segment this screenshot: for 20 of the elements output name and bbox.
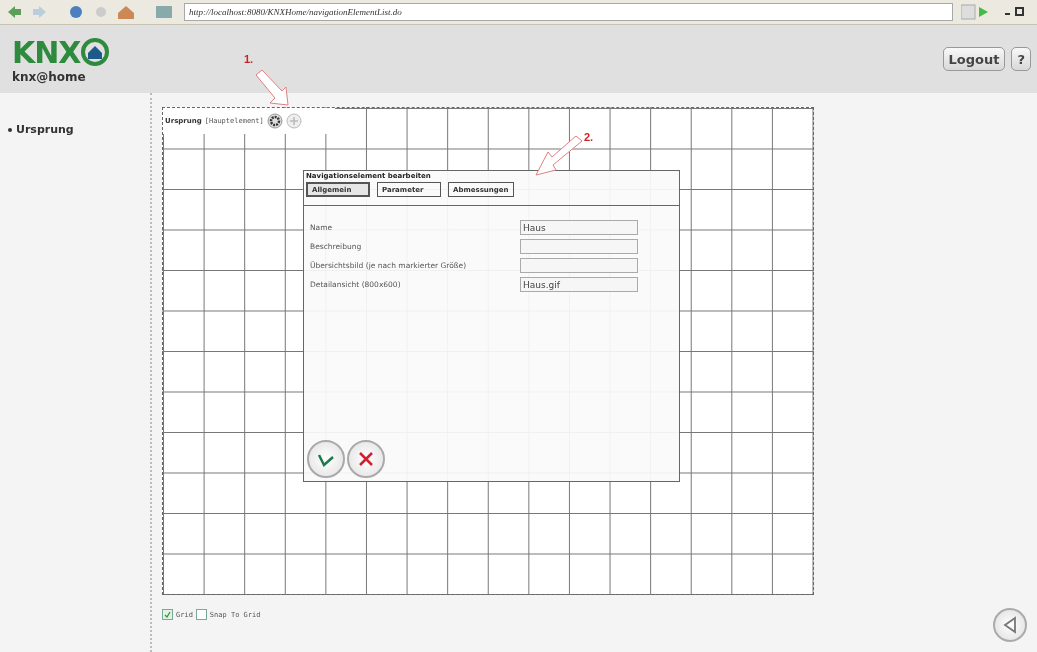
annotation-label: 2.	[584, 131, 594, 143]
address-field[interactable]: http://localhost:8080/KNXHome/navigationElementList.do	[184, 3, 953, 21]
input-field[interactable]: Haus.gif	[520, 277, 638, 292]
left-triangle-icon	[1002, 616, 1018, 634]
bullet-icon	[8, 127, 12, 132]
gear-icon[interactable]	[266, 113, 283, 129]
input-field[interactable]	[520, 239, 638, 254]
checkbox[interactable]	[162, 609, 173, 620]
back-button[interactable]	[993, 608, 1027, 642]
confirm-button[interactable]	[307, 440, 345, 478]
cancel-button[interactable]	[347, 440, 385, 478]
annotation-label: 1.	[244, 53, 254, 65]
checkbox[interactable]	[195, 609, 207, 620]
input-field[interactable]: Haus	[520, 220, 638, 235]
logout-button[interactable]: Logout	[942, 47, 1006, 71]
logo: KNX knx@home	[12, 34, 122, 84]
close-icon	[358, 451, 374, 467]
input-field[interactable]	[520, 258, 638, 273]
help-button[interactable]: ?	[1011, 47, 1031, 71]
sidebar-item[interactable]: Ursprung	[16, 123, 74, 136]
